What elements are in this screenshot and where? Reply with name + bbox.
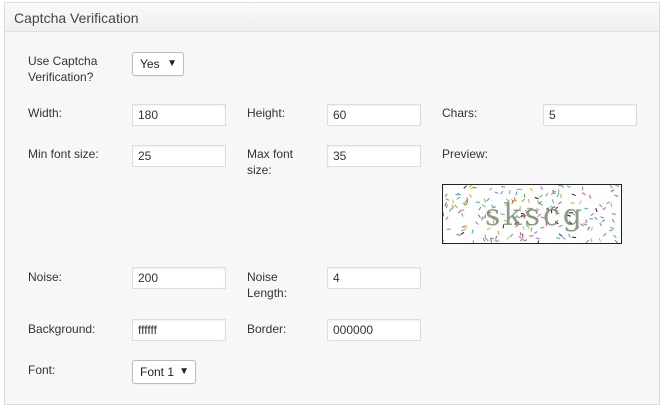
border-input[interactable]: [327, 319, 421, 341]
background-label: Background:: [28, 322, 96, 336]
panel-header: Captcha Verification: [5, 3, 659, 32]
font-select[interactable]: Font 1 ▼: [132, 360, 196, 384]
captcha-text: skscg: [485, 198, 585, 233]
max-font-size-label: Max font size:: [247, 147, 294, 177]
use-captcha-select[interactable]: Yes ▼: [132, 52, 184, 76]
max-font-size-input[interactable]: [327, 145, 421, 167]
chars-label: Chars:: [442, 106, 478, 120]
panel-title: Captcha Verification: [14, 10, 139, 26]
height-input[interactable]: [327, 104, 421, 126]
preview-label: Preview:: [442, 147, 489, 161]
border-label: Border:: [247, 322, 287, 336]
font-label: Font:: [28, 363, 56, 377]
font-select-value: Font 1: [140, 365, 175, 379]
min-font-size-label: Min font size:: [28, 147, 99, 161]
noise-length-label: Noise Length:: [247, 270, 288, 300]
use-captcha-label: Use Captcha Verification?: [28, 54, 98, 84]
captcha-preview-image: skscg: [442, 184, 622, 244]
captcha-noise-graphic: skscg: [443, 185, 620, 243]
use-captcha-value: Yes: [140, 57, 160, 71]
noise-length-input[interactable]: [327, 267, 421, 289]
noise-input[interactable]: [132, 267, 226, 289]
min-font-size-input[interactable]: [132, 145, 226, 167]
noise-label: Noise:: [28, 270, 63, 284]
height-label: Height:: [247, 106, 286, 120]
dropdown-arrow-icon: ▼: [179, 366, 189, 377]
background-input[interactable]: [132, 319, 226, 341]
width-input[interactable]: [132, 104, 226, 126]
width-label: Width:: [28, 106, 63, 120]
dropdown-arrow-icon: ▼: [167, 58, 177, 69]
chars-input[interactable]: [543, 104, 637, 126]
